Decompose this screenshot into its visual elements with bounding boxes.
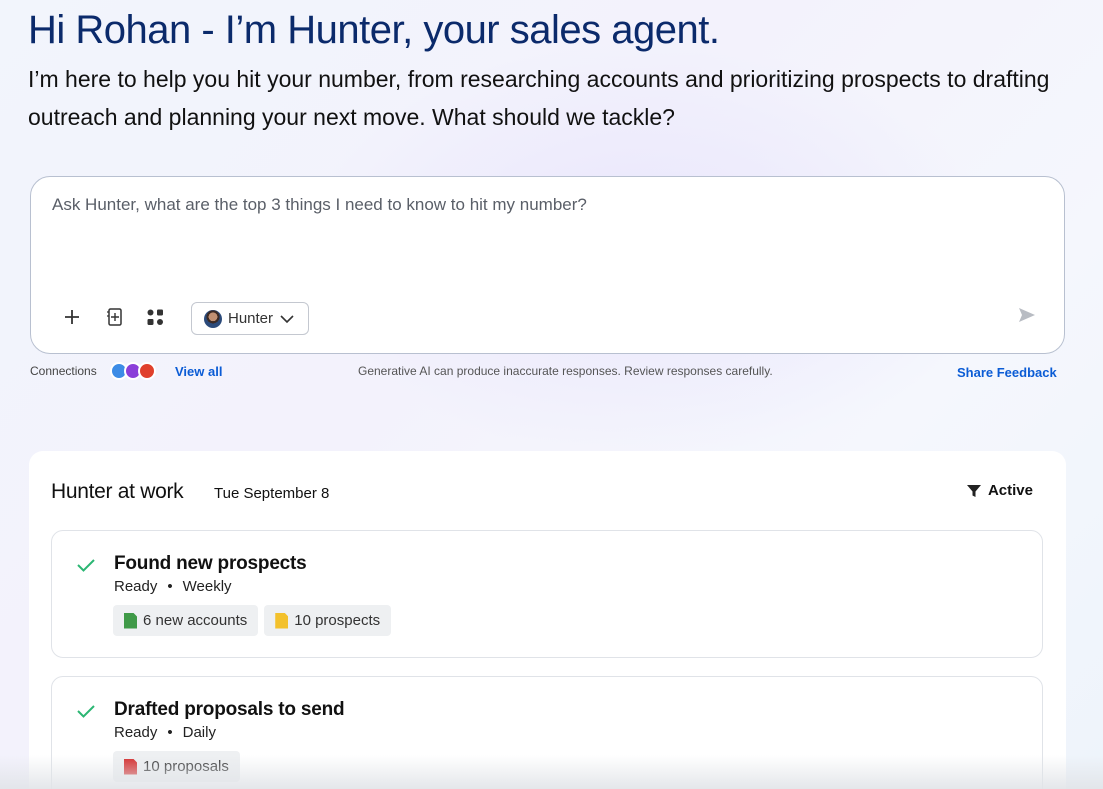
chevron-down-icon (280, 314, 294, 323)
chip-proposals[interactable]: 10 proposals (113, 751, 240, 782)
agent-label: Hunter (228, 310, 274, 327)
chip-label: 10 proposals (143, 758, 229, 775)
pdf-file-icon (124, 758, 137, 775)
check-icon (77, 705, 95, 718)
hunter-at-work-panel: Hunter at work Tue September 8 Active Fo… (29, 451, 1066, 789)
task-chips: 10 proposals (113, 751, 240, 782)
plus-icon[interactable] (60, 305, 84, 329)
task-title: Drafted proposals to send (114, 699, 345, 720)
apps-grid-icon[interactable] (143, 305, 167, 329)
hunter-avatar (204, 309, 222, 328)
chip-label: 6 new accounts (143, 612, 248, 629)
sheet-file-icon (124, 612, 137, 629)
task-status: Ready • Weekly (114, 578, 232, 595)
task-frequency: Weekly (182, 578, 232, 595)
task-status-label: Ready (114, 578, 158, 595)
task-frequency: Daily (182, 724, 216, 741)
chip-new-accounts[interactable]: 6 new accounts (113, 605, 259, 636)
task-title: Found new prospects (114, 553, 307, 574)
prompt-box: Hunter (30, 176, 1065, 354)
chip-label: 10 prospects (294, 612, 381, 629)
filter-button[interactable]: Active (966, 482, 1033, 499)
task-card[interactable]: Found new prospects Ready • Weekly 6 new a… (51, 530, 1043, 658)
section-date: Tue September 8 (214, 485, 330, 502)
slides-file-icon (275, 612, 289, 629)
page-title: Hi Rohan - I’m Hunter, your sales agent. (28, 8, 720, 52)
document-add-icon[interactable] (103, 305, 127, 329)
check-icon (77, 559, 95, 572)
view-all-link[interactable]: View all (175, 364, 222, 379)
task-card[interactable]: Drafted proposals to send Ready • Daily 10… (51, 676, 1043, 789)
connection-icons[interactable] (110, 362, 156, 380)
task-status-label: Ready (114, 724, 158, 741)
prompt-input[interactable] (52, 195, 1032, 215)
section-title: Hunter at work (51, 480, 184, 503)
connections-label: Connections (30, 364, 97, 378)
agent-selector[interactable]: Hunter (191, 302, 309, 335)
intro-text: I’m here to help you hit your number, fr… (28, 66, 1050, 130)
ai-disclaimer: Generative AI can produce inaccurate res… (358, 364, 773, 378)
send-icon[interactable] (1018, 307, 1036, 328)
filter-icon (966, 484, 981, 497)
share-feedback-link[interactable]: Share Feedback (957, 365, 1057, 380)
task-chips: 6 new accounts 10 prospects (113, 605, 392, 636)
zendesk-icon (138, 362, 156, 380)
filter-label: Active (987, 482, 1033, 499)
separator-dot: • (167, 578, 173, 595)
separator-dot: • (167, 724, 173, 741)
chip-prospects[interactable]: 10 prospects (264, 605, 392, 636)
task-status: Ready • Daily (114, 724, 216, 741)
